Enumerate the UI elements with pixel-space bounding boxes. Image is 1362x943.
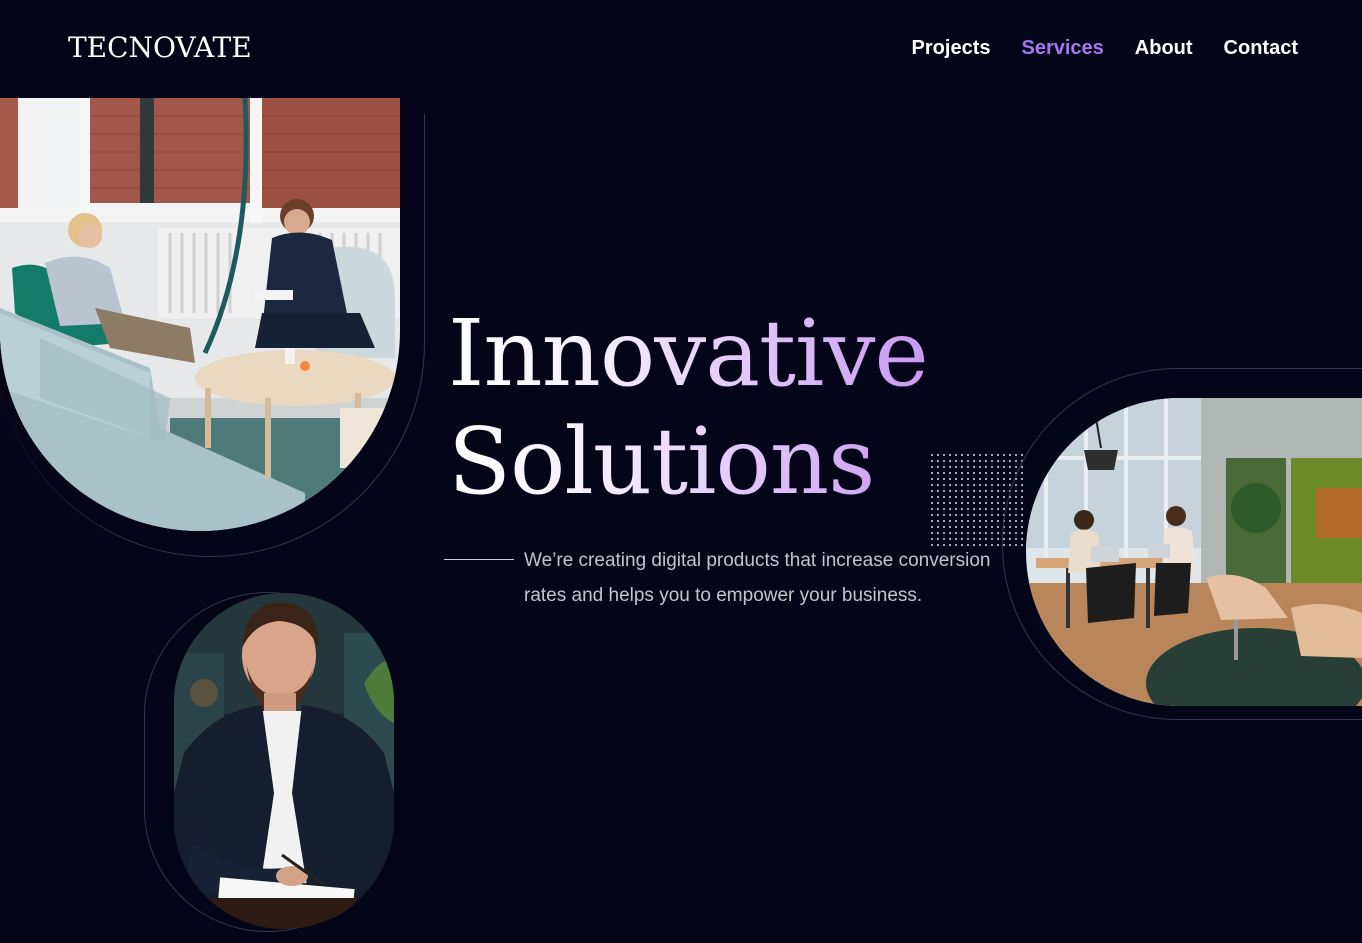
main-nav: Projects Services About Contact <box>912 34 1298 62</box>
nav-link-projects[interactable]: Projects <box>912 34 991 62</box>
hero-divider-line <box>444 559 514 560</box>
hero-title: Innovative Solutions <box>448 300 928 516</box>
nav-link-about[interactable]: About <box>1135 34 1193 62</box>
hero-description: We’re creating digital products that inc… <box>524 550 991 606</box>
nav-link-services[interactable]: Services <box>1021 34 1103 62</box>
coworking-space-photo <box>1026 398 1362 706</box>
office-meeting-photo <box>0 98 400 531</box>
nav-link-contact[interactable]: Contact <box>1224 34 1298 62</box>
businessman-portrait-photo <box>174 593 394 929</box>
hero-title-line-1: Innovative <box>448 300 928 407</box>
site-logo[interactable]: TECNOVATE <box>68 30 252 66</box>
hero-title-line-2: Solutions <box>448 408 875 515</box>
